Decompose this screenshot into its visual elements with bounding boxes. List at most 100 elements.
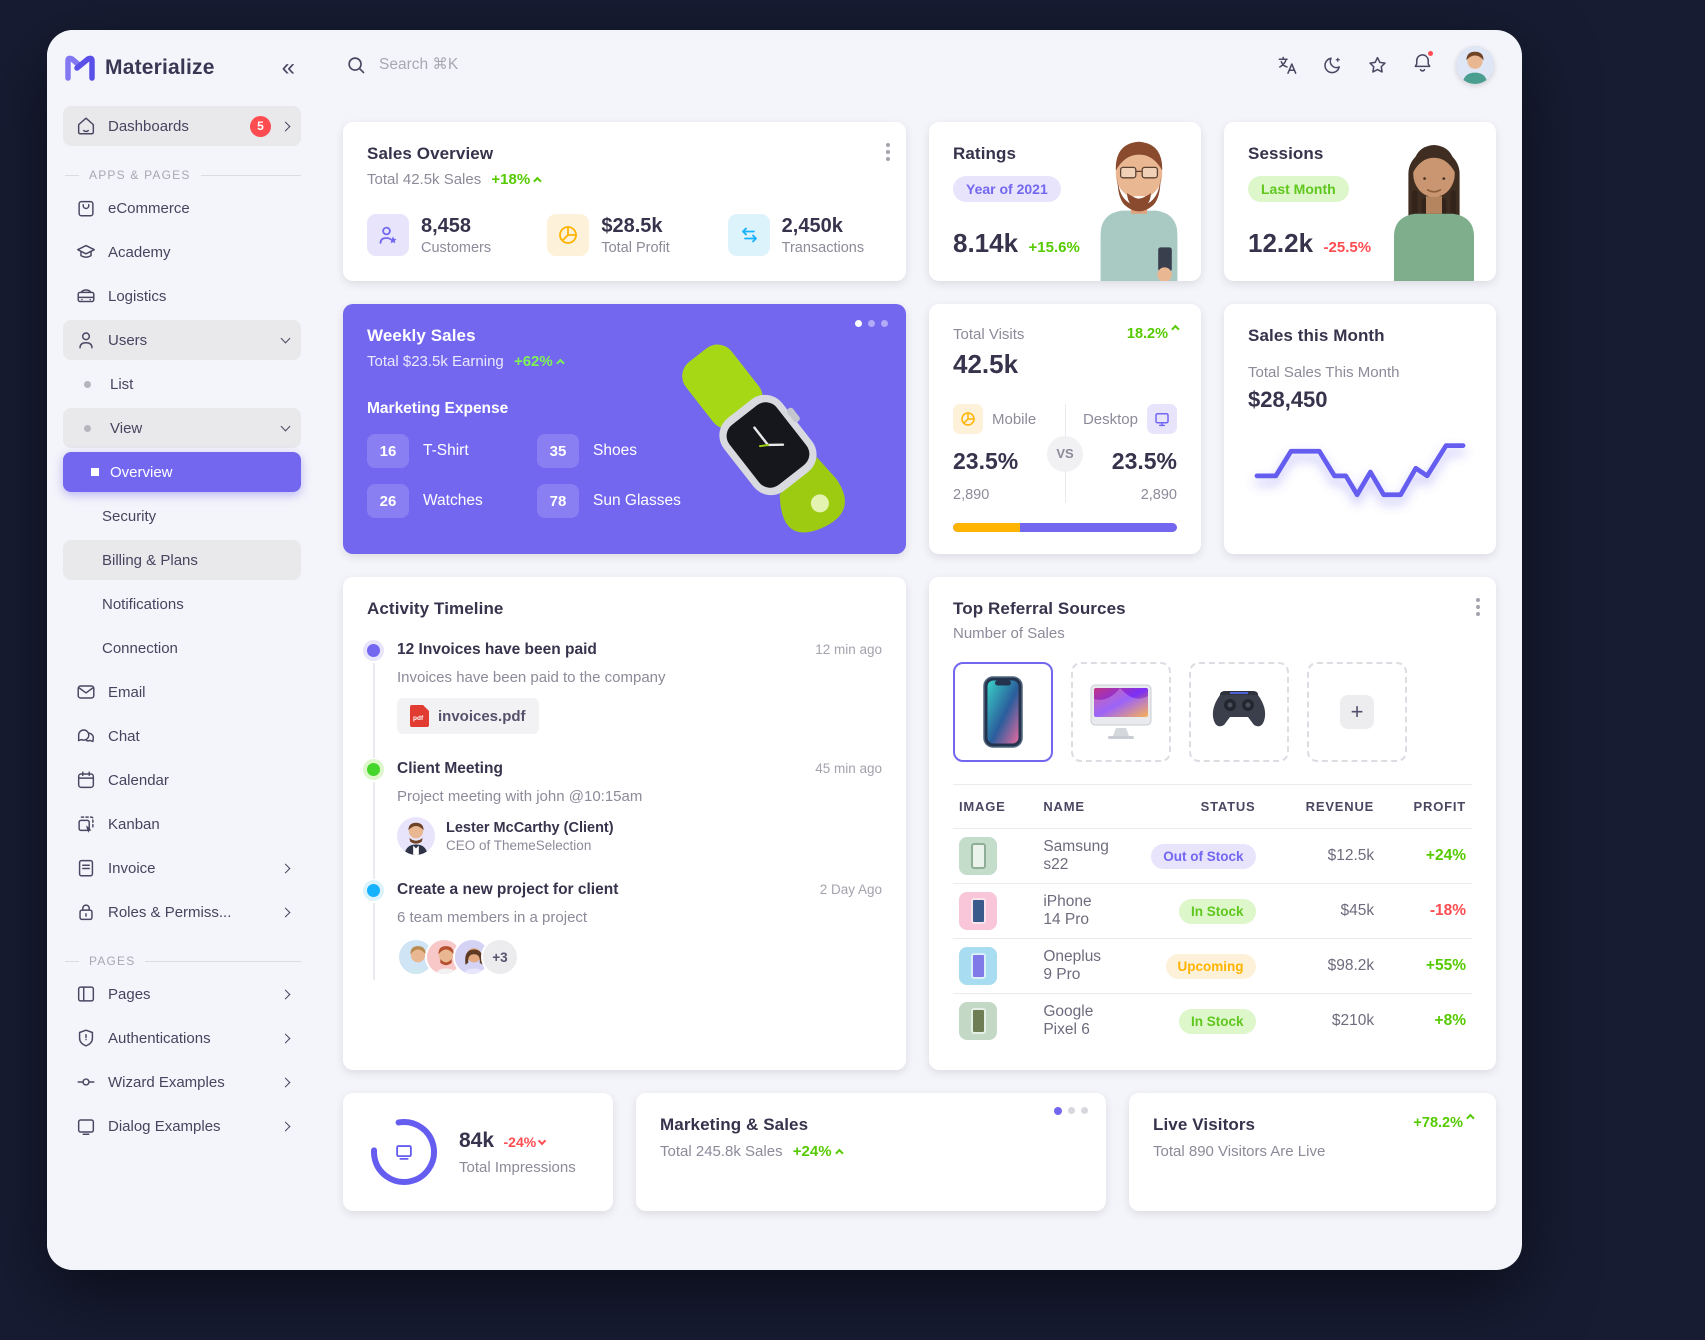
stat-customers: 8,458Customers — [367, 214, 521, 256]
kanban-icon — [75, 813, 97, 835]
mobile-count: 2,890 — [953, 487, 1061, 503]
product-thumbnail — [959, 837, 997, 875]
more-options-icon[interactable] — [886, 140, 890, 164]
table-row[interactable]: iPhone 14 Pro In Stock $45k -18% — [953, 884, 1472, 939]
team-avatar-more[interactable]: +3 — [481, 938, 519, 976]
sidebar-item-label: Billing & Plans — [102, 552, 289, 569]
invoice-icon — [75, 857, 97, 879]
wizard-icon — [75, 1071, 97, 1093]
stat-label: Transactions — [782, 240, 864, 256]
chip-label: Shoes — [593, 442, 637, 460]
carousel-dots[interactable] — [855, 320, 888, 327]
mobile-percent: 23.5% — [953, 448, 1061, 475]
referral-tab-add[interactable]: + — [1307, 662, 1407, 762]
referral-tab-controller[interactable] — [1189, 662, 1289, 762]
brand-name: Materialize — [105, 56, 272, 80]
total-visits-value: 42.5k — [953, 349, 1177, 380]
sidebar-item-label: Roles & Permiss... — [108, 904, 271, 921]
sidebar-item-connection[interactable]: Connection — [63, 628, 301, 668]
timeline-time: 12 min ago — [815, 642, 882, 657]
card-subtitle: Total Sales This Month — [1248, 364, 1472, 381]
sidebar-item-kanban[interactable]: Kanban — [63, 804, 301, 844]
card-title: Sales Overview — [367, 144, 882, 164]
stat-label: Customers — [421, 240, 491, 256]
timeline-connector — [373, 903, 375, 980]
chip-count: 16 — [367, 434, 409, 468]
sidebar-item-label: Academy — [108, 244, 289, 261]
sidebar-item-pages[interactable]: Pages — [63, 974, 301, 1014]
sidebar-item-ecommerce[interactable]: eCommerce — [63, 188, 301, 228]
stat-label: Total Profit — [601, 240, 670, 256]
sidebar-item-invoice[interactable]: Invoice — [63, 848, 301, 888]
main-area: Sales Overview Total 42.5k Sales +18% 8,… — [317, 30, 1522, 1270]
search-bar[interactable] — [345, 54, 1262, 76]
shortcuts-star-icon[interactable] — [1366, 54, 1389, 77]
table-row[interactable]: Google Pixel 6 In Stock $210k +8% — [953, 994, 1472, 1049]
sidebar-item-overview[interactable]: Overview — [63, 452, 301, 492]
profit-value: -18% — [1430, 902, 1466, 919]
sidebar-collapse-button[interactable]: « — [282, 56, 299, 80]
sidebar-item-chat[interactable]: Chat — [63, 716, 301, 756]
user-avatar[interactable] — [1456, 46, 1494, 84]
sidebar-item-label: eCommerce — [108, 200, 289, 217]
sidebar-item-academy[interactable]: Academy — [63, 232, 301, 272]
game-controller-image — [1206, 689, 1272, 735]
activity-timeline-card: Activity Timeline 12 Invoices have been … — [343, 577, 906, 1070]
top-navbar — [317, 30, 1522, 100]
referral-tab-iphone[interactable] — [953, 662, 1053, 762]
dark-mode-moon-icon[interactable] — [1321, 54, 1344, 77]
sidebar-item-view[interactable]: View — [63, 408, 301, 448]
sidebar-item-roles-permissions[interactable]: Roles & Permiss... — [63, 892, 301, 932]
add-product-button[interactable]: + — [1340, 695, 1374, 729]
total-visits-card: Total Visits 18.2% 42.5k Mobile — [929, 304, 1201, 554]
sidebar-item-label: Email — [108, 684, 289, 701]
search-input[interactable] — [379, 56, 679, 74]
card-subtitle: Total $23.5k Earning — [367, 353, 504, 370]
card-title: Marketing & Sales — [660, 1115, 1082, 1135]
notifications-bell[interactable] — [1411, 51, 1434, 79]
chip-count: 35 — [537, 434, 579, 468]
sidebar-item-label: Authentications — [108, 1030, 271, 1047]
sidebar-item-calendar[interactable]: Calendar — [63, 760, 301, 800]
status-badge: Out of Stock — [1151, 844, 1255, 869]
profit-value: +24% — [1426, 847, 1466, 864]
sidebar-item-label: Overview — [110, 464, 289, 481]
column-header-image: IMAGE — [953, 785, 1037, 829]
product-name: Google Pixel 6 — [1037, 994, 1114, 1049]
sidebar-item-list[interactable]: List — [63, 364, 301, 404]
trend-value: +62% — [514, 353, 553, 370]
sidebar-section-apps-pages: APPS & PAGES — [63, 168, 301, 182]
sidebar-item-security[interactable]: Security — [63, 496, 301, 536]
product-name: Samsung s22 — [1037, 829, 1114, 884]
sidebar-item-notifications[interactable]: Notifications — [63, 584, 301, 624]
sidebar-item-dialog-examples[interactable]: Dialog Examples — [63, 1106, 301, 1146]
sidebar-item-email[interactable]: Email — [63, 672, 301, 712]
more-options-icon[interactable] — [1476, 595, 1480, 619]
carousel-dots[interactable] — [1054, 1107, 1088, 1115]
sidebar-item-billing[interactable]: Billing & Plans — [63, 540, 301, 580]
sidebar-item-users[interactable]: Users — [63, 320, 301, 360]
sidebar-item-dashboards[interactable]: Dashboards 5 — [63, 106, 301, 146]
sidebar-item-wizard-examples[interactable]: Wizard Examples — [63, 1062, 301, 1102]
timeline-description: Project meeting with john @10:15am — [397, 788, 882, 805]
sidebar-item-authentications[interactable]: Authentications — [63, 1018, 301, 1058]
dashboard-content: Sales Overview Total 42.5k Sales +18% 8,… — [317, 100, 1522, 1270]
sidebar-item-logistics[interactable]: Logistics — [63, 276, 301, 316]
attachment-name: invoices.pdf — [438, 708, 526, 725]
table-row[interactable]: Oneplus 9 Pro Upcoming $98.2k +55% — [953, 939, 1472, 994]
table-row[interactable]: Samsung s22 Out of Stock $12.5k +24% — [953, 829, 1472, 884]
card-title: Live Visitors — [1153, 1115, 1413, 1135]
card-title: Total Visits — [953, 326, 1127, 343]
chevron-right-icon — [281, 907, 291, 917]
timeline-connector — [373, 782, 375, 879]
sessions-card: Sessions Last Month 12.2k -25.5% — [1224, 122, 1496, 281]
language-icon[interactable] — [1276, 54, 1299, 77]
sessions-badge: Last Month — [1248, 176, 1349, 202]
product-name: iPhone 14 Pro — [1037, 884, 1114, 939]
sidebar-item-label: View — [110, 420, 271, 437]
referral-tab-imac[interactable] — [1071, 662, 1171, 762]
timeline-description: 6 team members in a project — [397, 909, 882, 926]
attachment-invoices-pdf[interactable]: pdf invoices.pdf — [397, 698, 539, 734]
timeline-description: Invoices have been paid to the company — [397, 669, 882, 686]
mobile-pie-icon — [953, 404, 983, 434]
